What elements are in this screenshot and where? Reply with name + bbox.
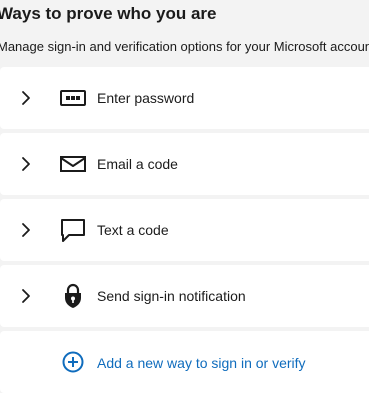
- method-row-password[interactable]: Enter password: [0, 67, 369, 129]
- chat-bubble-icon: [61, 219, 85, 242]
- method-row-notification[interactable]: Send sign-in notification: [0, 265, 369, 327]
- method-label-notification: Send sign-in notification: [97, 288, 246, 304]
- add-circle-icon: [62, 351, 84, 373]
- chevron-right-icon: [22, 91, 30, 105]
- add-method-link[interactable]: Add a new way to sign in or verify: [97, 355, 306, 371]
- section-subtitle: Manage sign-in and verification options …: [0, 39, 369, 54]
- chevron-right-icon: [22, 157, 30, 171]
- method-label-text: Text a code: [97, 222, 169, 238]
- password-dots-icon: [60, 90, 86, 106]
- chevron-right-icon: [22, 223, 30, 237]
- add-method-row[interactable]: Add a new way to sign in or verify: [0, 331, 369, 393]
- chevron-right-icon: [22, 289, 30, 303]
- method-row-email[interactable]: Email a code: [0, 133, 369, 195]
- method-label-password: Enter password: [97, 90, 195, 106]
- lock-shield-icon: [65, 283, 81, 308]
- section-title: Ways to prove who you are: [0, 4, 217, 23]
- method-row-text[interactable]: Text a code: [0, 199, 369, 261]
- method-label-email: Email a code: [97, 156, 178, 172]
- envelope-icon: [60, 156, 86, 172]
